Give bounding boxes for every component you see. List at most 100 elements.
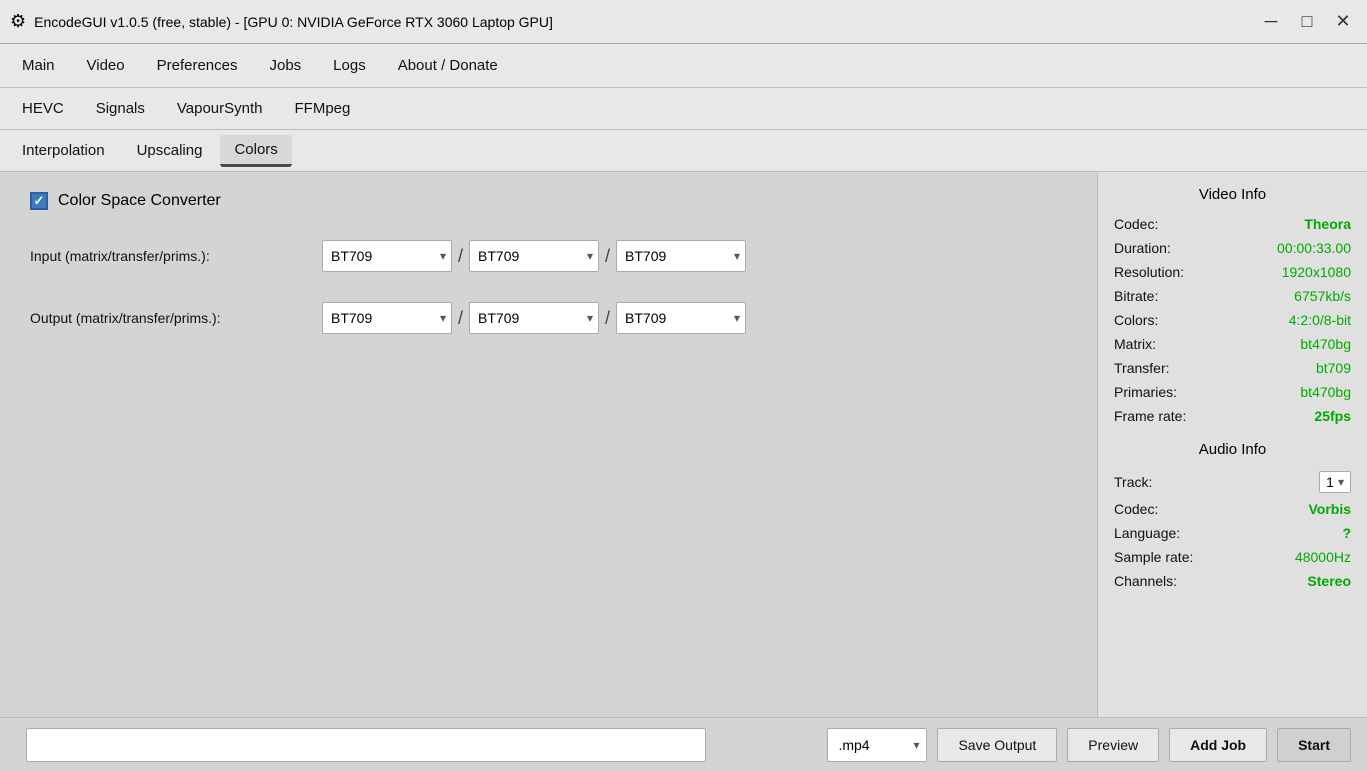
menu-item-main[interactable]: Main bbox=[8, 51, 69, 80]
audio-samplerate-row: Sample rate: 48000Hz bbox=[1114, 548, 1351, 566]
title-bar-text: EncodeGUI v1.0.5 (free, stable) - [GPU 0… bbox=[34, 14, 553, 30]
close-button[interactable]: ✕ bbox=[1329, 8, 1357, 36]
output-matrix-select[interactable]: BT709 BT601 BT2020 SMPTE240M FCC bbox=[322, 302, 452, 334]
audio-language-row: Language: ? bbox=[1114, 524, 1351, 542]
audio-info-title: Audio Info bbox=[1114, 441, 1351, 458]
audio-codec-row: Codec: Vorbis bbox=[1114, 500, 1351, 518]
add-job-button[interactable]: Add Job bbox=[1169, 728, 1267, 762]
audio-channels-value: Stereo bbox=[1307, 573, 1351, 589]
video-codec-label: Codec: bbox=[1114, 216, 1158, 232]
separator-4: / bbox=[605, 308, 610, 329]
video-duration-row: Duration: 00:00:33.00 bbox=[1114, 239, 1351, 257]
input-matrix-select[interactable]: BT709 BT601 BT2020 SMPTE240M FCC bbox=[322, 240, 452, 272]
format-select-wrapper: .mp4 .mkv .avi .mov bbox=[827, 728, 927, 762]
input-prims-select[interactable]: BT709 BT601 BT2020 SMPTE240M FCC bbox=[616, 240, 746, 272]
output-path-input[interactable] bbox=[26, 728, 706, 762]
video-colors-value: 4:2:0/8-bit bbox=[1289, 312, 1351, 328]
audio-track-value: 1 bbox=[1326, 474, 1334, 490]
toolbar-item-hevc[interactable]: HEVC bbox=[8, 94, 78, 123]
format-select[interactable]: .mp4 .mkv .avi .mov bbox=[827, 728, 927, 762]
minimize-button[interactable]: ─ bbox=[1257, 8, 1285, 36]
color-space-header: Color Space Converter bbox=[30, 192, 1067, 210]
menu-item-preferences[interactable]: Preferences bbox=[143, 51, 252, 80]
output-prims-wrapper: BT709 BT601 BT2020 SMPTE240M FCC bbox=[616, 302, 746, 334]
menu-item-video[interactable]: Video bbox=[73, 51, 139, 80]
audio-codec-value: Vorbis bbox=[1308, 501, 1351, 517]
start-button[interactable]: Start bbox=[1277, 728, 1351, 762]
audio-track-label: Track: bbox=[1114, 474, 1152, 490]
color-space-label: Color Space Converter bbox=[58, 192, 221, 210]
video-transfer-row: Transfer: bt709 bbox=[1114, 359, 1351, 377]
output-transfer-wrapper: BT709 BT601 BT2020 SMPTE240M FCC bbox=[469, 302, 599, 334]
audio-language-value: ? bbox=[1342, 525, 1351, 541]
video-primaries-row: Primaries: bt470bg bbox=[1114, 383, 1351, 401]
video-matrix-value: bt470bg bbox=[1300, 336, 1351, 352]
output-label: Output (matrix/transfer/prims.): bbox=[30, 310, 310, 326]
video-matrix-label: Matrix: bbox=[1114, 336, 1156, 352]
input-row: Input (matrix/transfer/prims.): BT709 BT… bbox=[30, 240, 1067, 272]
app-icon: ⚙ bbox=[10, 11, 26, 32]
main-content: Color Space Converter Input (matrix/tran… bbox=[0, 172, 1367, 717]
output-transfer-select[interactable]: BT709 BT601 BT2020 SMPTE240M FCC bbox=[469, 302, 599, 334]
save-output-button[interactable]: Save Output bbox=[937, 728, 1057, 762]
title-bar-controls: ─ □ ✕ bbox=[1257, 8, 1357, 36]
separator-2: / bbox=[605, 246, 610, 267]
maximize-button[interactable]: □ bbox=[1293, 8, 1321, 36]
audio-track-row: Track: 1 ▾ bbox=[1114, 470, 1351, 494]
input-transfer-select[interactable]: BT709 BT601 BT2020 SMPTE240M FCC bbox=[469, 240, 599, 272]
input-prims-wrapper: BT709 BT601 BT2020 SMPTE240M FCC bbox=[616, 240, 746, 272]
audio-samplerate-label: Sample rate: bbox=[1114, 549, 1193, 565]
video-duration-label: Duration: bbox=[1114, 240, 1171, 256]
left-panel: Color Space Converter Input (matrix/tran… bbox=[0, 172, 1097, 717]
preview-button[interactable]: Preview bbox=[1067, 728, 1159, 762]
sub-toolbar-item-interpolation[interactable]: Interpolation bbox=[8, 136, 119, 165]
toolbar-item-signals[interactable]: Signals bbox=[82, 94, 159, 123]
video-transfer-value: bt709 bbox=[1316, 360, 1351, 376]
video-framerate-label: Frame rate: bbox=[1114, 408, 1186, 424]
audio-channels-row: Channels: Stereo bbox=[1114, 572, 1351, 590]
video-duration-value: 00:00:33.00 bbox=[1277, 240, 1351, 256]
video-bitrate-value: 6757kb/s bbox=[1294, 288, 1351, 304]
menu-bar: Main Video Preferences Jobs Logs About /… bbox=[0, 44, 1367, 88]
video-colors-label: Colors: bbox=[1114, 312, 1158, 328]
video-bitrate-row: Bitrate: 6757kb/s bbox=[1114, 287, 1351, 305]
video-resolution-label: Resolution: bbox=[1114, 264, 1184, 280]
video-primaries-value: bt470bg bbox=[1300, 384, 1351, 400]
video-framerate-row: Frame rate: 25fps bbox=[1114, 407, 1351, 425]
title-bar-left: ⚙ EncodeGUI v1.0.5 (free, stable) - [GPU… bbox=[10, 11, 553, 32]
video-resolution-value: 1920x1080 bbox=[1282, 264, 1351, 280]
video-codec-value: Theora bbox=[1304, 216, 1351, 232]
video-bitrate-label: Bitrate: bbox=[1114, 288, 1158, 304]
separator-1: / bbox=[458, 246, 463, 267]
track-chevron-icon: ▾ bbox=[1338, 475, 1344, 489]
audio-codec-label: Codec: bbox=[1114, 501, 1158, 517]
output-prims-select[interactable]: BT709 BT601 BT2020 SMPTE240M FCC bbox=[616, 302, 746, 334]
sub-toolbar-item-colors[interactable]: Colors bbox=[220, 135, 291, 167]
audio-samplerate-value: 48000Hz bbox=[1295, 549, 1351, 565]
audio-channels-label: Channels: bbox=[1114, 573, 1177, 589]
audio-language-label: Language: bbox=[1114, 525, 1180, 541]
output-matrix-wrapper: BT709 BT601 BT2020 SMPTE240M FCC bbox=[322, 302, 452, 334]
toolbar-item-vapoursynth[interactable]: VapourSynth bbox=[163, 94, 277, 123]
menu-item-logs[interactable]: Logs bbox=[319, 51, 380, 80]
video-colors-row: Colors: 4:2:0/8-bit bbox=[1114, 311, 1351, 329]
title-bar: ⚙ EncodeGUI v1.0.5 (free, stable) - [GPU… bbox=[0, 0, 1367, 44]
toolbar-item-ffmpeg[interactable]: FFMpeg bbox=[281, 94, 365, 123]
color-space-checkbox[interactable] bbox=[30, 192, 48, 210]
output-row: Output (matrix/transfer/prims.): BT709 B… bbox=[30, 302, 1067, 334]
input-label: Input (matrix/transfer/prims.): bbox=[30, 248, 310, 264]
input-transfer-wrapper: BT709 BT601 BT2020 SMPTE240M FCC bbox=[469, 240, 599, 272]
audio-track-select[interactable]: 1 ▾ bbox=[1319, 471, 1351, 493]
video-matrix-row: Matrix: bt470bg bbox=[1114, 335, 1351, 353]
video-transfer-label: Transfer: bbox=[1114, 360, 1170, 376]
menu-item-jobs[interactable]: Jobs bbox=[255, 51, 315, 80]
video-resolution-row: Resolution: 1920x1080 bbox=[1114, 263, 1351, 281]
input-matrix-wrapper: BT709 BT601 BT2020 SMPTE240M FCC bbox=[322, 240, 452, 272]
video-framerate-value: 25fps bbox=[1314, 408, 1351, 424]
sub-toolbar-item-upscaling[interactable]: Upscaling bbox=[123, 136, 217, 165]
menu-item-about-donate[interactable]: About / Donate bbox=[384, 51, 512, 80]
separator-3: / bbox=[458, 308, 463, 329]
sub-toolbar-bar: Interpolation Upscaling Colors bbox=[0, 130, 1367, 172]
bottom-bar: .mp4 .mkv .avi .mov Save Output Preview … bbox=[0, 717, 1367, 771]
input-select-group: BT709 BT601 BT2020 SMPTE240M FCC / BT709… bbox=[322, 240, 746, 272]
